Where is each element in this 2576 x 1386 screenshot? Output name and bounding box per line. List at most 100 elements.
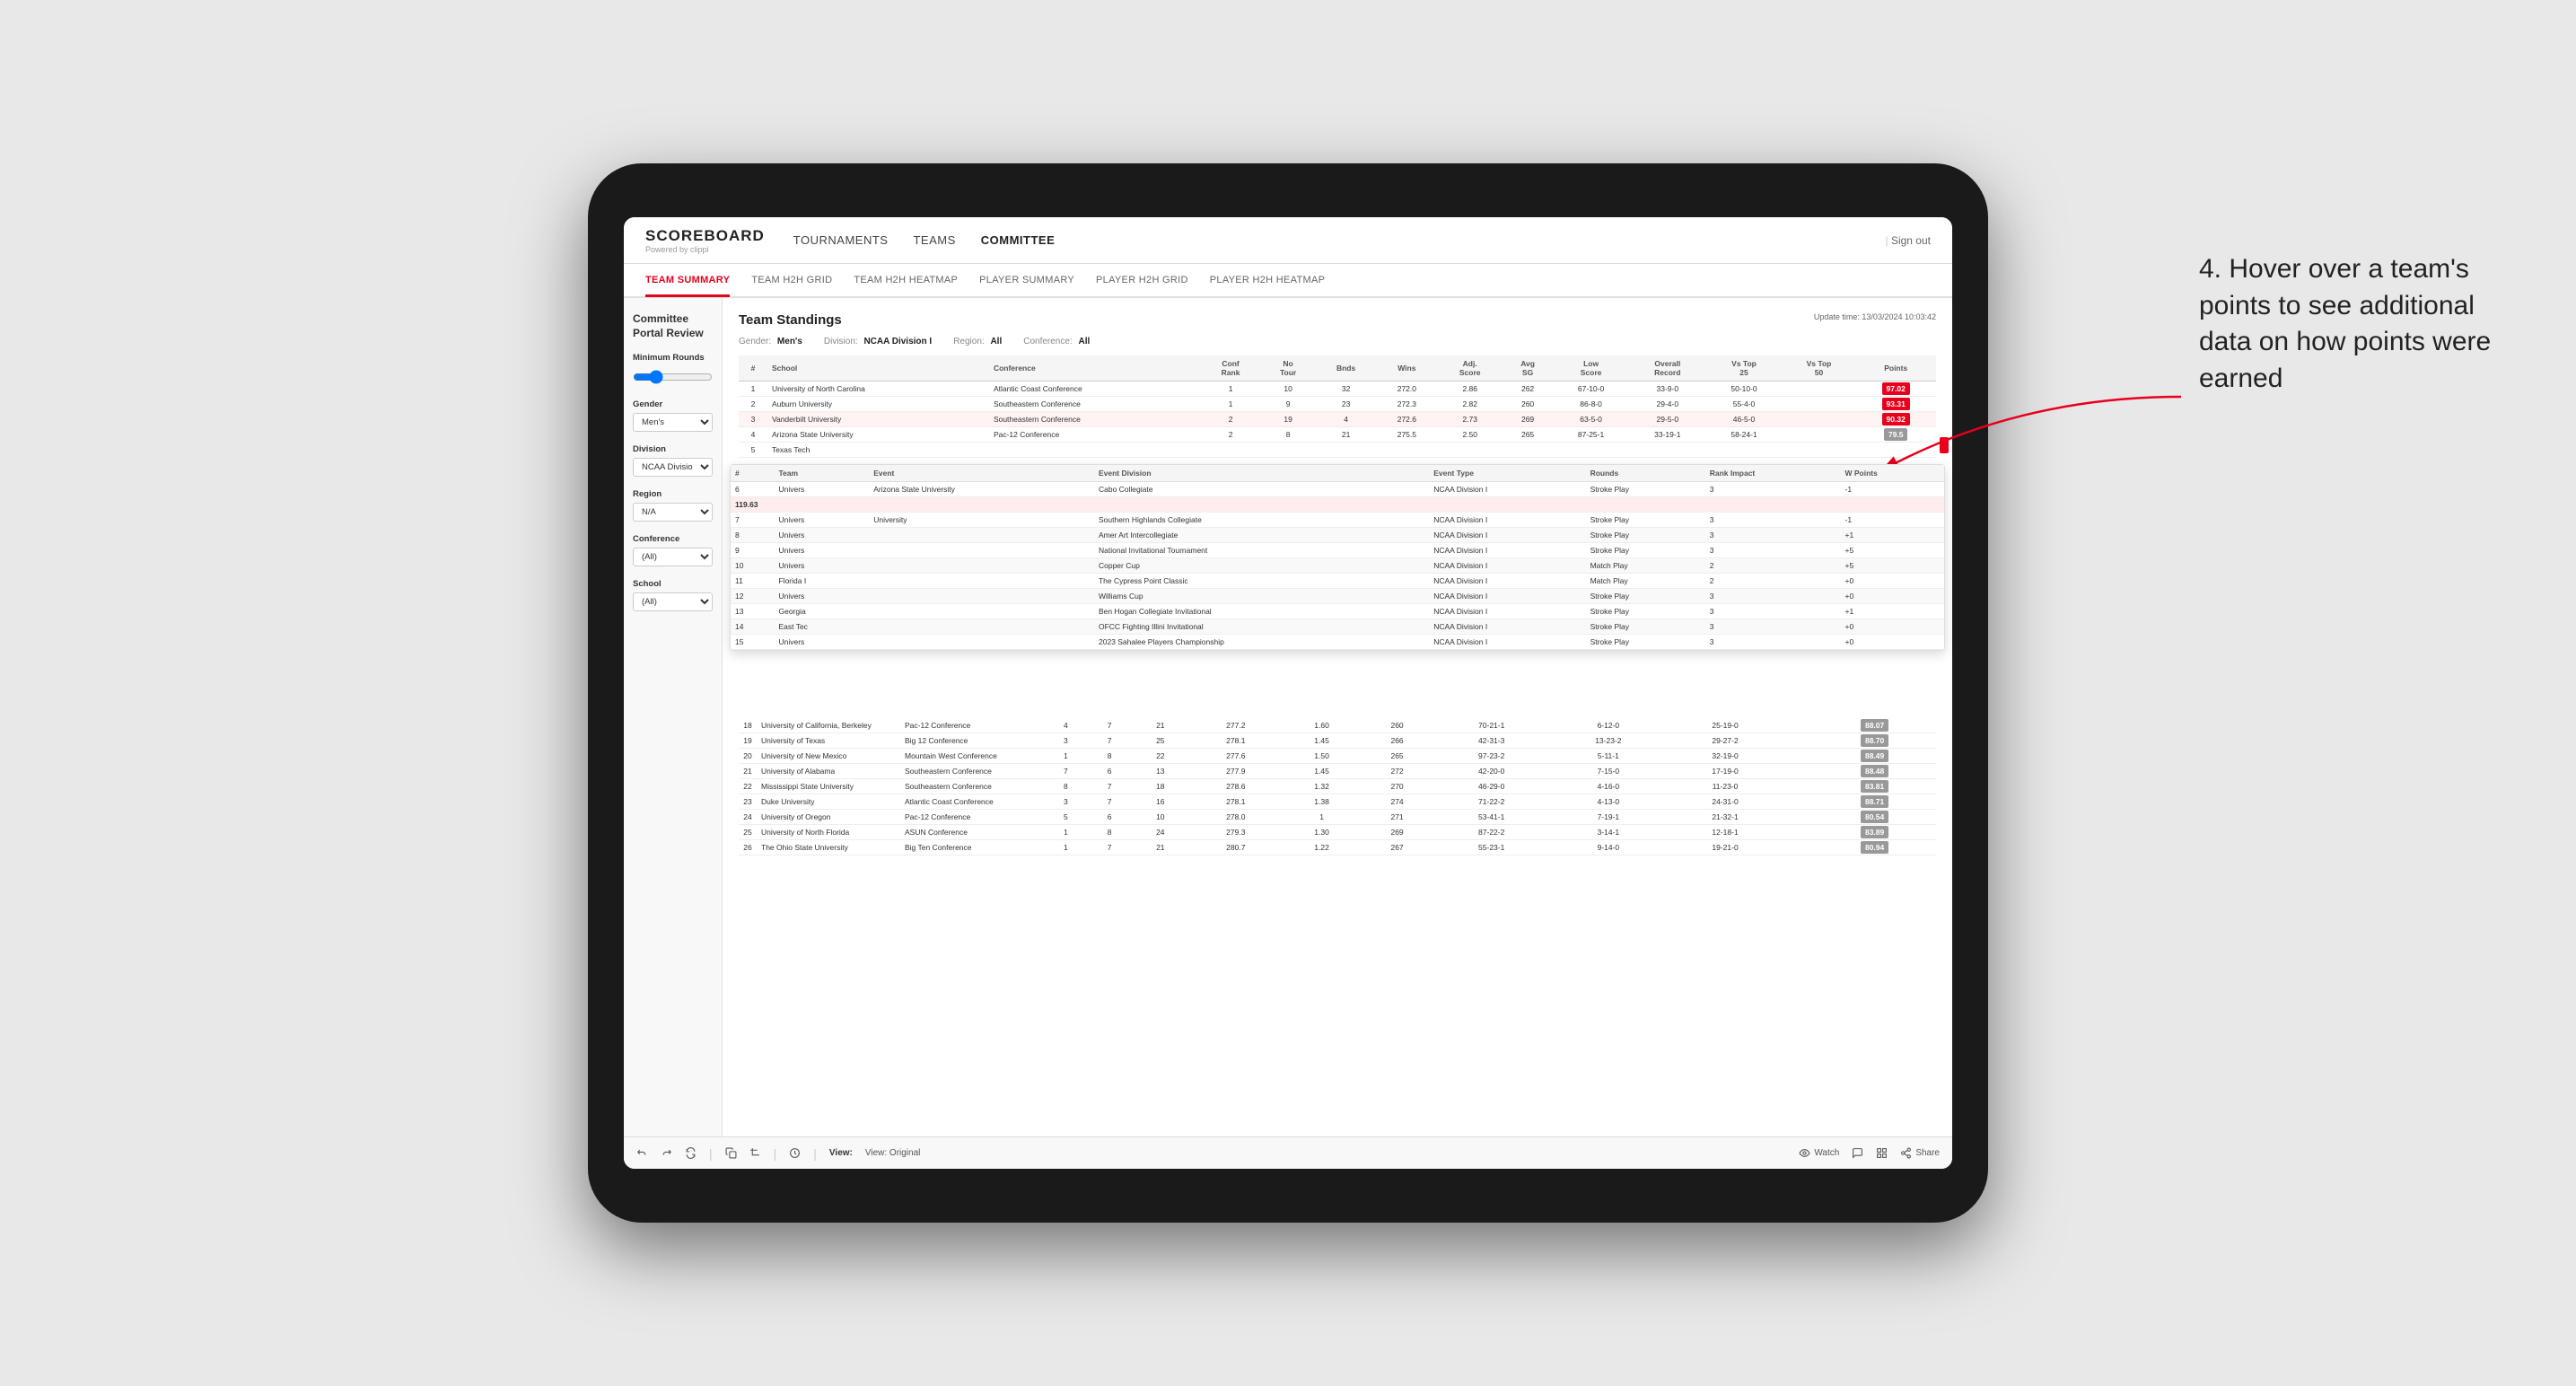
- cell-avg-sg: 260: [1503, 397, 1553, 412]
- hover-col-event: Event: [869, 465, 1094, 482]
- separator-2: |: [774, 1146, 777, 1161]
- conference-select[interactable]: (All): [633, 548, 713, 566]
- hover-col-num: #: [731, 465, 774, 482]
- undo-button[interactable]: [636, 1147, 648, 1159]
- share-button[interactable]: Share: [1900, 1147, 1940, 1159]
- cell-bnds: 23: [1316, 397, 1377, 412]
- report-area: Team Standings Update time: 13/03/2024 1…: [723, 298, 1952, 1136]
- annotation-area: 4. Hover over a team's points to see add…: [2199, 251, 2522, 397]
- filter-gender: Gender: Men's: [739, 337, 802, 346]
- cell-conf-rank: 1: [1201, 382, 1261, 397]
- sub-nav: TEAM SUMMARY TEAM H2H GRID TEAM H2H HEAT…: [624, 264, 1952, 298]
- hover-col-type: Event Type: [1429, 465, 1585, 482]
- cell-bnds: 4: [1316, 412, 1377, 427]
- table-row: 22 Mississippi State University Southeas…: [739, 779, 1936, 794]
- table-row: 2 Auburn University Southeastern Confere…: [739, 397, 1936, 412]
- col-school: School: [767, 355, 989, 382]
- lower-teams-section: 18 University of California, Berkeley Pa…: [739, 718, 1936, 855]
- toolbar-right: Watch: [1799, 1147, 1940, 1159]
- tab-team-h2h-heatmap[interactable]: TEAM H2H HEATMAP: [854, 266, 958, 297]
- cell-school: Auburn University: [767, 397, 989, 412]
- tab-team-summary[interactable]: TEAM SUMMARY: [645, 266, 730, 297]
- sidebar-division: Division NCAA Division I: [633, 444, 713, 477]
- cell-school: Arizona State University: [767, 427, 989, 443]
- cell-adj-score: 2.86: [1437, 382, 1503, 397]
- cell-wins: 275.5: [1376, 427, 1437, 443]
- col-wins: Wins: [1376, 355, 1437, 382]
- refresh-button[interactable]: [685, 1147, 697, 1159]
- filter-conference: Conference: All: [1023, 337, 1090, 346]
- cell-vs25: 55-4-0: [1705, 397, 1782, 412]
- cell-conf-rank: 2: [1201, 427, 1261, 443]
- tab-player-h2h-heatmap[interactable]: PLAYER H2H HEATMAP: [1210, 266, 1325, 297]
- tab-player-h2h-grid[interactable]: PLAYER H2H GRID: [1096, 266, 1188, 297]
- cell-low-score: 67-10-0: [1553, 382, 1629, 397]
- table-row: 26 The Ohio State University Big Ten Con…: [739, 840, 1936, 855]
- col-adj-score: Adj.Score: [1437, 355, 1503, 382]
- cell-no-tour: 10: [1260, 382, 1315, 397]
- cell-vs25: 50-10-0: [1705, 382, 1782, 397]
- logo-sub: Powered by clippi: [645, 245, 765, 254]
- copy-button[interactable]: [725, 1147, 737, 1159]
- view-original-button[interactable]: View: Original: [865, 1148, 921, 1158]
- hover-col-w-points: W Points: [1841, 465, 1945, 482]
- nav-teams[interactable]: TEAMS: [913, 230, 955, 250]
- tab-team-h2h-grid[interactable]: TEAM H2H GRID: [751, 266, 832, 297]
- cell-rank: 5: [739, 443, 767, 458]
- cell-no-tour: 9: [1260, 397, 1315, 412]
- division-select[interactable]: NCAA Division I: [633, 458, 713, 477]
- col-points: Points: [1855, 355, 1936, 382]
- filter-division: Division: NCAA Division I: [824, 337, 932, 346]
- gender-label: Gender: [633, 399, 713, 409]
- cell-bnds: 32: [1316, 382, 1377, 397]
- separator-1: |: [709, 1146, 713, 1161]
- hover-table-row: 15 Univers 2023 Sahalee Players Champion…: [731, 635, 1944, 650]
- col-low-score: LowScore: [1553, 355, 1629, 382]
- col-avg-sg: AvgSG: [1503, 355, 1553, 382]
- cell-rank: 4: [739, 427, 767, 443]
- update-time-label: Update time: 13/03/2024 10:03:42: [1814, 312, 1936, 321]
- nav-items: TOURNAMENTS TEAMS COMMITTEE: [793, 230, 1886, 250]
- cell-vs25: 46-5-0: [1705, 412, 1782, 427]
- redo-button[interactable]: [661, 1147, 672, 1159]
- cell-conference: Southeastern Conference: [989, 397, 1201, 412]
- hover-table-row: 6 Univers Arizona State University Cabo …: [731, 482, 1944, 497]
- cell-school: Texas Tech: [767, 443, 989, 458]
- col-vs-top-25: Vs Top25: [1705, 355, 1782, 382]
- cell-low-score: 63-5-0: [1553, 412, 1629, 427]
- hover-table-row: 119.63: [731, 497, 1944, 513]
- cell-avg-sg: 262: [1503, 382, 1553, 397]
- table-row: 25 University of North Florida ASUN Conf…: [739, 825, 1936, 840]
- timer-button[interactable]: [789, 1147, 801, 1159]
- table-row: 23 Duke University Atlantic Coast Confer…: [739, 794, 1936, 810]
- filter-region: Region: All: [953, 337, 1002, 346]
- table-row: 1 University of North Carolina Atlantic …: [739, 382, 1936, 397]
- cell-rank: 3: [739, 412, 767, 427]
- crop-button[interactable]: [749, 1147, 761, 1159]
- region-select[interactable]: N/A: [633, 503, 713, 522]
- col-overall-record: OverallRecord: [1629, 355, 1705, 382]
- table-row: 19 University of Texas Big 12 Conference…: [739, 733, 1936, 749]
- col-conf-rank: ConfRank: [1201, 355, 1261, 382]
- gender-select[interactable]: Men's: [633, 413, 713, 432]
- school-select[interactable]: (All): [633, 592, 713, 611]
- cell-wins: 272.6: [1376, 412, 1437, 427]
- nav-tournaments[interactable]: TOURNAMENTS: [793, 230, 889, 250]
- sidebar-portal-title: CommitteePortal Review: [633, 312, 704, 339]
- report-filters: Gender: Men's Division: NCAA Division I …: [739, 337, 1936, 346]
- tablet-device: SCOREBOARD Powered by clippi TOURNAMENTS…: [588, 163, 1988, 1223]
- comment-button[interactable]: [1852, 1147, 1863, 1159]
- division-label: Division: [633, 444, 713, 454]
- cell-overall: 33-19-1: [1629, 427, 1705, 443]
- min-rounds-input[interactable]: [633, 370, 713, 384]
- sign-out-button[interactable]: Sign out: [1886, 234, 1932, 247]
- grid-button[interactable]: [1876, 1147, 1888, 1159]
- nav-committee[interactable]: COMMITTEE: [981, 230, 1056, 250]
- bottom-toolbar: | | | View:: [624, 1136, 1952, 1169]
- table-row: 18 University of California, Berkeley Pa…: [739, 718, 1936, 733]
- watch-button[interactable]: Watch: [1799, 1147, 1839, 1159]
- min-rounds-label: Minimum Rounds: [633, 353, 713, 363]
- tab-player-summary[interactable]: PLAYER SUMMARY: [979, 266, 1074, 297]
- table-row: 21 University of Alabama Southeastern Co…: [739, 764, 1936, 779]
- standings-table: # School Conference ConfRank NoTour Bnds…: [739, 355, 1936, 458]
